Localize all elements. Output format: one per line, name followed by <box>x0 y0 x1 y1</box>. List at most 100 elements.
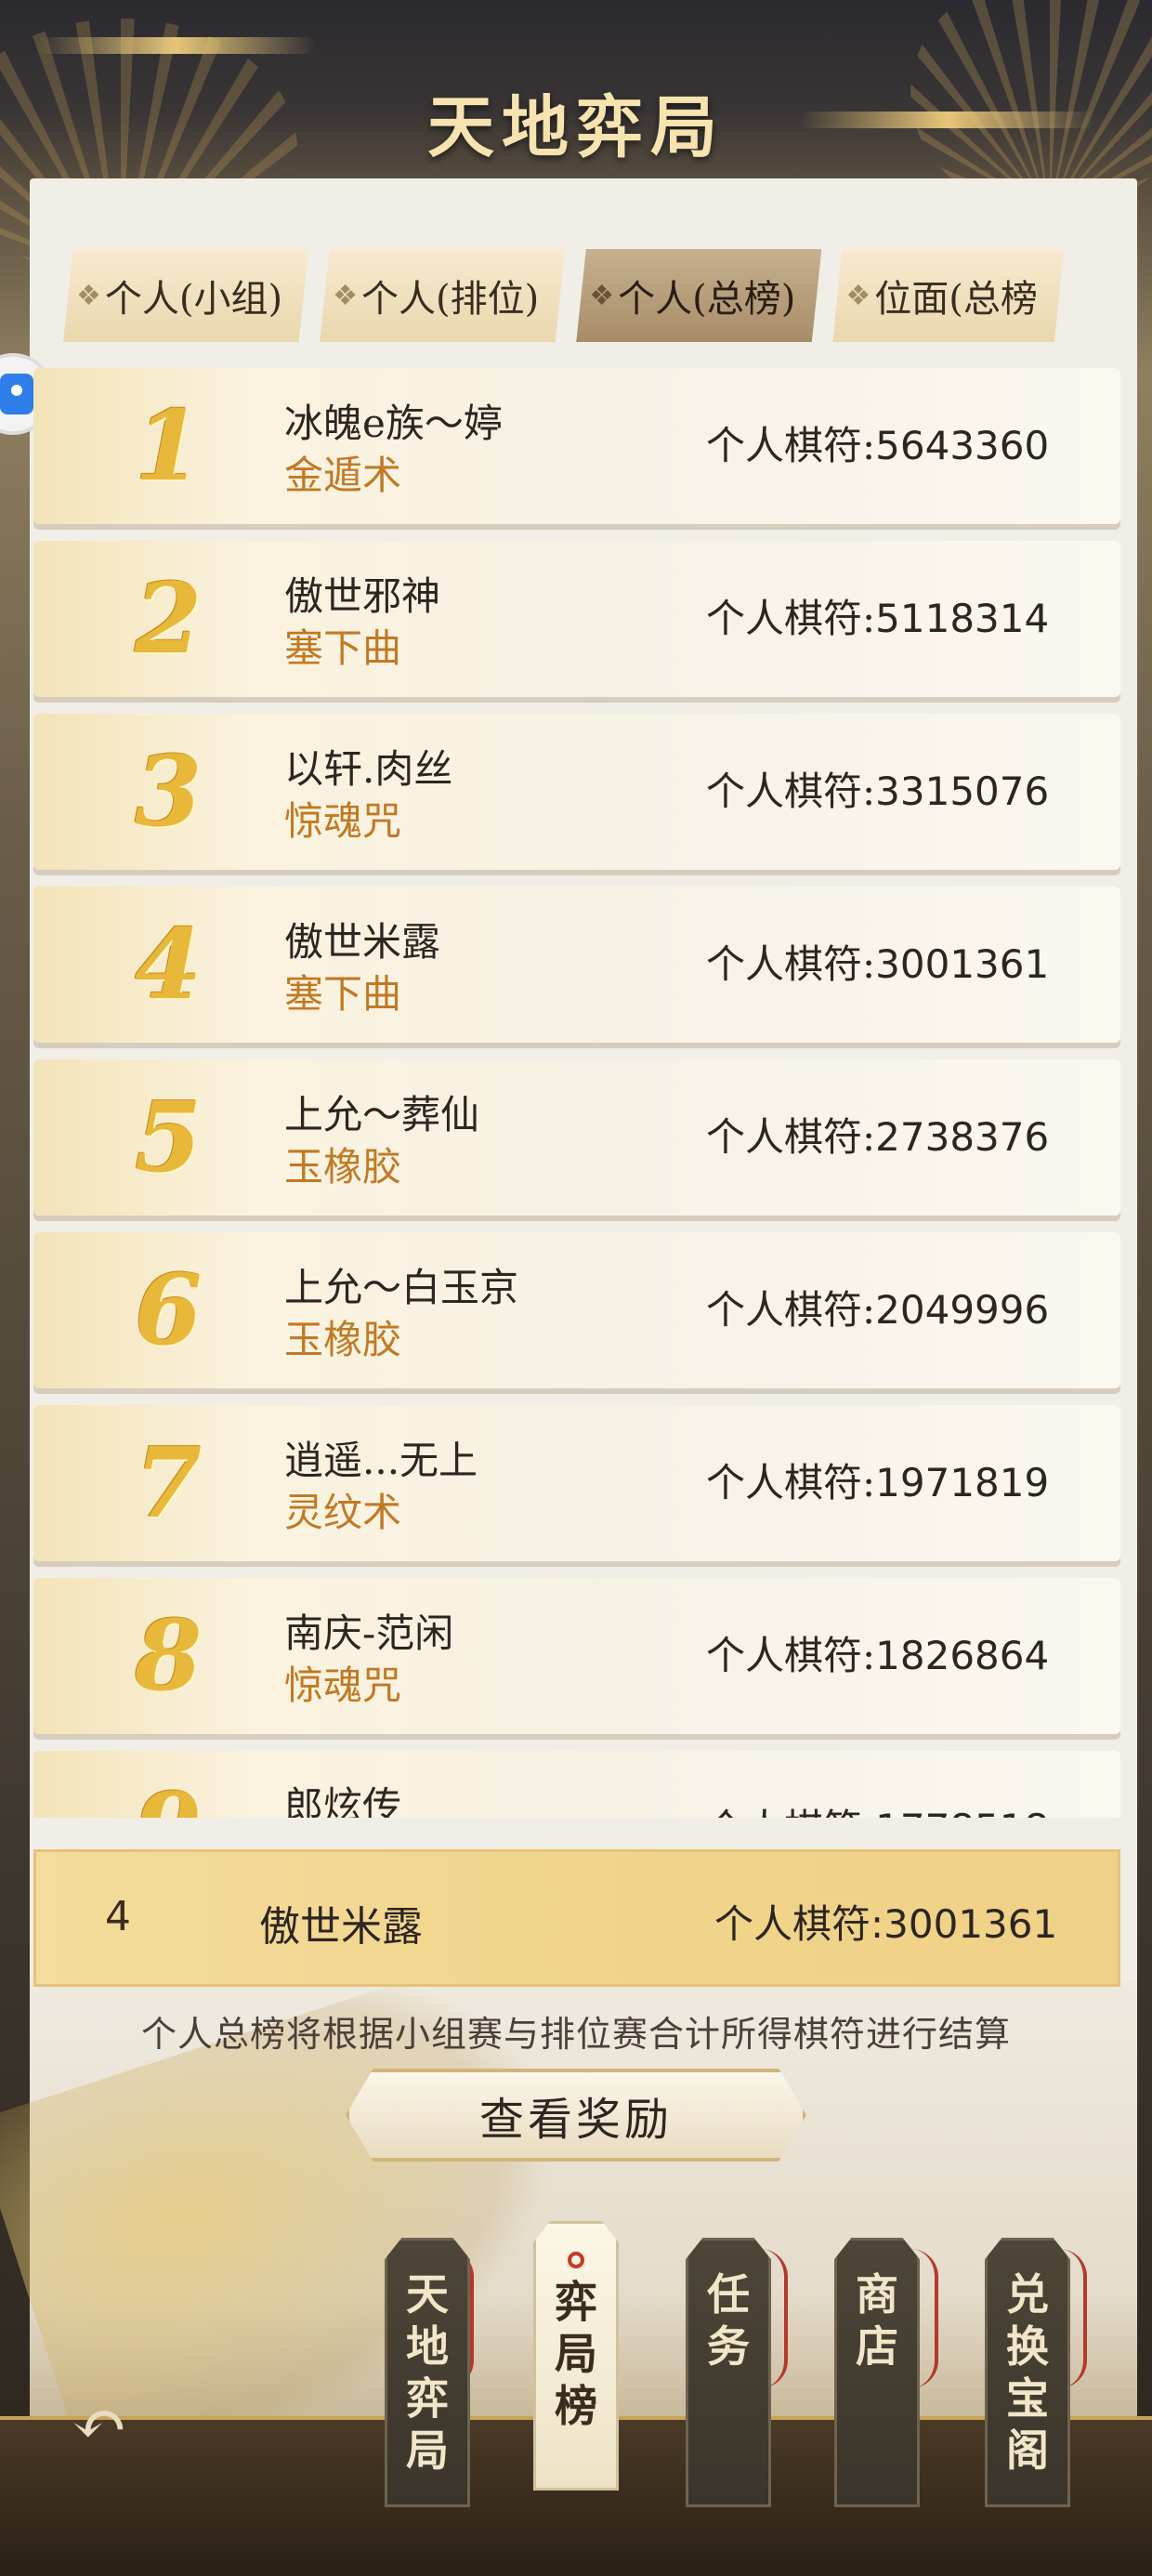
score-label: 个人棋符: <box>706 423 876 468</box>
player-clan: 塞下曲 <box>284 625 402 671</box>
player-score: 个人棋符:3315076 <box>706 760 1049 817</box>
leaderboard-row[interactable]: 4 傲世米露 塞下曲 个人棋符:3001361 <box>33 887 1120 1043</box>
rank-number: 4 <box>134 907 203 1021</box>
tag-exchange-pavilion[interactable]: 兑 换 宝 阁 <box>985 2238 1070 2507</box>
tag-char: 天 <box>406 2269 449 2320</box>
player-name: 以轩.肉丝 <box>284 746 453 792</box>
score-label: 个人棋符: <box>706 1806 875 1818</box>
tag-tasks[interactable]: 任 务 <box>686 2238 771 2507</box>
score-label: 个人棋符: <box>706 1287 876 1333</box>
player-score: 个人棋符:2738376 <box>706 1106 1049 1163</box>
tag-char: 兑 <box>1006 2269 1049 2320</box>
player-clan: 惊魂咒 <box>284 798 402 844</box>
my-rank-bar: 4 傲世米露 个人棋符:3001361 <box>33 1849 1120 1987</box>
rank-number: 3 <box>134 734 203 848</box>
leaderboard-row[interactable]: 3 以轩.肉丝 惊魂咒 个人棋符:3315076 <box>33 714 1120 870</box>
decorative-cloud <box>37 37 316 54</box>
leaderboard-row[interactable]: 2 傲世邪神 塞下曲 个人棋符:5118314 <box>33 541 1120 697</box>
score-label: 个人棋符: <box>706 1633 876 1678</box>
player-clan: 灵纹术 <box>284 1490 402 1535</box>
score-value: 1826864 <box>875 1633 1050 1678</box>
player-score: 个人棋符:3001361 <box>706 933 1049 990</box>
tab-personal-overall[interactable]: ❖ 个人(总榜) <box>576 249 822 342</box>
player-clan: 玉橡胶 <box>284 1317 402 1362</box>
tag-char: 局 <box>406 2425 449 2476</box>
tab-label: 位面(总榜 <box>874 278 1038 321</box>
rank-number: 2 <box>134 561 203 676</box>
my-player-score: 个人棋符:3001361 <box>714 1901 1058 1947</box>
player-clan: 塞下曲 <box>284 971 402 1017</box>
score-value: 5643360 <box>875 423 1050 468</box>
diamond-icon: ❖ <box>76 279 101 312</box>
leaderboard-row[interactable]: 9 郎炫传 个人棋符:1778518 <box>33 1751 1120 1818</box>
score-label: 个人棋符: <box>706 1114 876 1160</box>
leaderboard-row[interactable]: 7 逍遥...无上 灵纹术 个人棋符:1971819 <box>33 1405 1120 1561</box>
back-arrow-icon: ↶ <box>71 2385 128 2463</box>
leaderboard-row[interactable]: 6 上允～白玉京 玉橡胶 个人棋符:2049996 <box>33 1232 1120 1388</box>
rank-number: 1 <box>134 388 203 503</box>
tab-personal-group[interactable]: ❖ 个人(小组) <box>63 249 309 342</box>
player-score: 个人棋符:1826864 <box>706 1624 1049 1681</box>
tab-label: 个人(总榜) <box>618 278 796 321</box>
tag-char: 阁 <box>1006 2425 1049 2476</box>
tag-char: 局 <box>555 2329 597 2379</box>
player-name: 傲世米露 <box>284 919 441 965</box>
tab-personal-ranked[interactable]: ❖ 个人(排位) <box>320 249 566 342</box>
diamond-icon: ❖ <box>589 279 615 312</box>
tag-char: 弈 <box>555 2277 597 2327</box>
tag-char: 务 <box>707 2321 750 2372</box>
player-score: 个人棋符:1778518 <box>706 1797 1049 1818</box>
view-rewards-button[interactable]: 查看奖励 <box>346 2069 806 2162</box>
my-rank-number: 4 <box>105 1893 131 1940</box>
score-value: 1778518 <box>875 1806 1049 1818</box>
tag-hole-icon <box>568 2252 584 2268</box>
tag-char: 商 <box>856 2269 898 2320</box>
rank-number: 9 <box>117 1773 219 1819</box>
tag-char: 任 <box>707 2269 750 2320</box>
bookmark-icon <box>0 374 33 414</box>
leaderboard-list[interactable]: 1 冰魄e族～婷 金遁术 个人棋符:5643360 2 傲世邪神 塞下曲 个人棋… <box>33 368 1120 1818</box>
player-clan: 金遁术 <box>284 453 402 498</box>
player-name: 傲世邪神 <box>284 573 441 619</box>
tag-char: 榜 <box>555 2381 597 2431</box>
player-clan: 玉橡胶 <box>284 1144 402 1189</box>
player-name: 逍遥...无上 <box>284 1438 478 1483</box>
player-name: 上允～葬仙 <box>284 1092 480 1137</box>
back-button[interactable]: ↶ <box>58 2386 141 2461</box>
leaderboard-row[interactable]: 1 冰魄e族～婷 金遁术 个人棋符:5643360 <box>33 368 1120 524</box>
diamond-icon: ❖ <box>845 279 871 312</box>
score-value: 2049996 <box>875 1287 1050 1333</box>
my-player-name: 傲世米露 <box>259 1903 423 1951</box>
leaderboard-tabs: ❖ 个人(小组) ❖ 个人(排位) ❖ 个人(总榜) ❖ 位面(总榜 <box>63 249 1115 342</box>
rank-number: 8 <box>134 1598 203 1713</box>
player-name: 郎炫传 <box>284 1783 402 1818</box>
leaderboard-row[interactable]: 5 上允～葬仙 玉橡胶 个人棋符:2738376 <box>33 1059 1120 1216</box>
score-value: 3315076 <box>875 769 1050 814</box>
score-value: 2738376 <box>875 1114 1050 1160</box>
tag-shop[interactable]: 商 店 <box>834 2238 920 2507</box>
tag-yiju-leaderboard[interactable]: 弈 局 榜 <box>533 2221 619 2491</box>
player-name: 上允～白玉京 <box>284 1265 519 1310</box>
rank-number: 5 <box>134 1080 203 1194</box>
player-score: 个人棋符:5118314 <box>706 587 1049 644</box>
score-label: 个人棋符: <box>706 769 876 814</box>
tab-realm-overall[interactable]: ❖ 位面(总榜 <box>832 249 1064 342</box>
player-score: 个人棋符:2049996 <box>706 1279 1049 1335</box>
score-value: 1971819 <box>875 1460 1050 1505</box>
tag-char: 换 <box>1006 2321 1049 2372</box>
settlement-note: 个人总榜将根据小组赛与排位赛合计所得棋符进行结算 <box>140 2014 1011 2055</box>
score-value: 3001361 <box>875 941 1050 987</box>
diamond-icon: ❖ <box>333 279 359 312</box>
tab-label: 个人(排位) <box>361 278 540 321</box>
leaderboard-row[interactable]: 8 南庆-范闲 惊魂咒 个人棋符:1826864 <box>33 1578 1120 1734</box>
tag-char: 店 <box>856 2321 898 2372</box>
player-name: 冰魄e族～婷 <box>284 401 503 446</box>
player-score: 个人棋符:1971819 <box>706 1452 1049 1508</box>
score-label: 个人棋符: <box>706 596 876 641</box>
tag-char: 宝 <box>1006 2373 1049 2424</box>
tag-char: 地 <box>406 2321 449 2372</box>
tag-tiandi-yiju[interactable]: 天 地 弈 局 <box>385 2238 470 2507</box>
rank-number: 6 <box>134 1253 203 1367</box>
score-label: 个人棋符: <box>706 1460 876 1505</box>
score-value: 5118314 <box>875 596 1050 641</box>
